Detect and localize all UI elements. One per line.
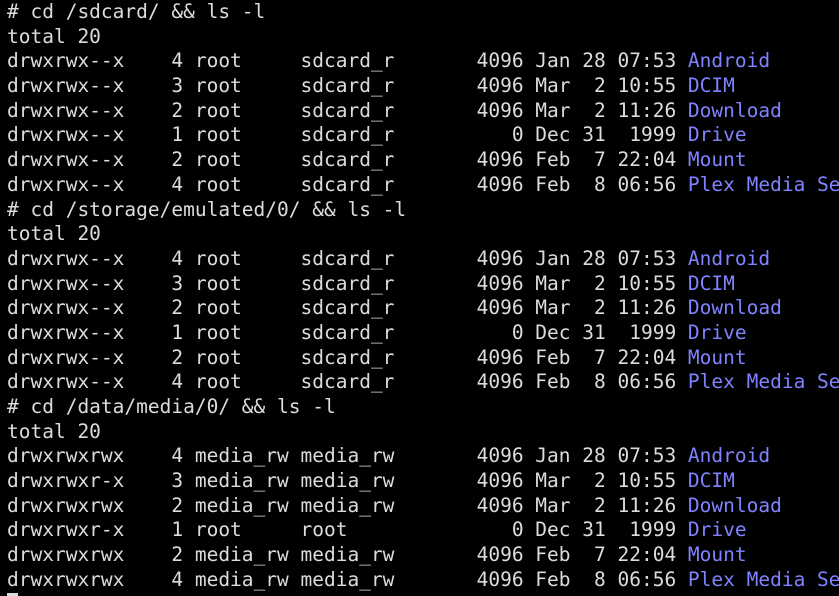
input-prompt[interactable] xyxy=(7,592,839,596)
entry-meta: drwxrwxrwx 2 media_rw media_rw 4096 Mar … xyxy=(7,493,688,517)
directory-name: Download xyxy=(687,98,782,122)
directory-name: Mount xyxy=(687,543,747,567)
command-text: # cd /storage/emulated/0/ && ls -l xyxy=(7,197,407,221)
listing-row: drwxrwx--x 1 root sdcard_r 0 Dec 31 1999… xyxy=(7,321,839,346)
total-line: total 20 xyxy=(7,222,839,247)
listing-row: drwxrwxrwx 2 media_rw media_rw 4096 Mar … xyxy=(7,494,839,519)
entry-meta: drwxrwx--x 4 root sdcard_r 4096 Jan 28 0… xyxy=(7,246,688,270)
entry-meta: drwxrwxr-x 3 media_rw media_rw 4096 Mar … xyxy=(7,469,688,493)
directory-name: DCIM xyxy=(687,469,735,493)
listing-row: drwxrwx--x 4 root sdcard_r 4096 Jan 28 0… xyxy=(7,247,839,272)
listing-row: drwxrwx--x 4 root sdcard_r 4096 Feb 8 06… xyxy=(7,370,839,395)
command-text: # cd /sdcard/ && ls -l xyxy=(7,0,266,23)
entry-meta: drwxrwx--x 4 root sdcard_r 4096 Feb 8 06… xyxy=(7,172,688,196)
total-line: total 20 xyxy=(7,25,839,50)
directory-name: Android xyxy=(687,49,771,73)
directory-name: Download xyxy=(687,296,782,320)
listing-row: drwxrwx--x 2 root sdcard_r 4096 Mar 2 11… xyxy=(7,99,839,124)
listing-row: drwxrwx--x 1 root sdcard_r 0 Dec 31 1999… xyxy=(7,123,839,148)
listing-row: drwxrwxr-x 1 root root 0 Dec 31 1999 Dri… xyxy=(7,518,839,543)
terminal-window[interactable]: # cd /sdcard/ && ls -l total 20 drwxrwx-… xyxy=(0,0,839,596)
directory-name: Mount xyxy=(687,148,747,172)
entry-meta: drwxrwx--x 1 root sdcard_r 0 Dec 31 1999 xyxy=(7,123,688,147)
directory-name: Download xyxy=(687,493,782,517)
listing-row: drwxrwxrwx 4 media_rw media_rw 4096 Feb … xyxy=(7,568,839,593)
directory-name: Plex Media Server xyxy=(687,172,839,196)
total-text: total 20 xyxy=(7,419,101,443)
entry-meta: drwxrwx--x 3 root sdcard_r 4096 Mar 2 10… xyxy=(7,271,688,295)
entry-meta: drwxrwx--x 4 root sdcard_r 4096 Feb 8 06… xyxy=(7,370,688,394)
directory-name: Mount xyxy=(687,345,747,369)
entry-meta: drwxrwx--x 2 root sdcard_r 4096 Feb 7 22… xyxy=(7,148,688,172)
text-cursor xyxy=(7,592,18,596)
directory-name: Drive xyxy=(687,518,747,542)
entry-meta: drwxrwx--x 2 root sdcard_r 4096 Mar 2 11… xyxy=(7,296,688,320)
directory-name: Android xyxy=(687,444,771,468)
entry-meta: drwxrwx--x 2 root sdcard_r 4096 Feb 7 22… xyxy=(7,345,688,369)
entry-meta: drwxrwxrwx 4 media_rw media_rw 4096 Jan … xyxy=(7,444,688,468)
directory-name: DCIM xyxy=(687,271,735,295)
entry-meta: drwxrwx--x 2 root sdcard_r 4096 Mar 2 11… xyxy=(7,98,688,122)
listing-row: drwxrwx--x 2 root sdcard_r 4096 Feb 7 22… xyxy=(7,346,839,371)
total-line: total 20 xyxy=(7,420,839,445)
listing-row: drwxrwx--x 4 root sdcard_r 4096 Feb 8 06… xyxy=(7,173,839,198)
listing-row: drwxrwx--x 2 root sdcard_r 4096 Mar 2 11… xyxy=(7,296,839,321)
directory-name: Drive xyxy=(687,320,747,344)
total-text: total 20 xyxy=(7,222,101,246)
entry-meta: drwxrwx--x 4 root sdcard_r 4096 Jan 28 0… xyxy=(7,49,688,73)
listing-row: drwxrwxrwx 4 media_rw media_rw 4096 Jan … xyxy=(7,444,839,469)
directory-name: DCIM xyxy=(687,74,735,98)
directory-name: Android xyxy=(687,246,771,270)
total-text: total 20 xyxy=(7,24,101,48)
entry-meta: drwxrwxr-x 1 root root 0 Dec 31 1999 xyxy=(7,518,688,542)
entry-meta: drwxrwxrwx 2 media_rw media_rw 4096 Feb … xyxy=(7,543,688,567)
listing-row: drwxrwx--x 3 root sdcard_r 4096 Mar 2 10… xyxy=(7,74,839,99)
listing-row: drwxrwx--x 3 root sdcard_r 4096 Mar 2 10… xyxy=(7,272,839,297)
entry-meta: drwxrwxrwx 4 media_rw media_rw 4096 Feb … xyxy=(7,567,688,591)
entry-meta: drwxrwx--x 1 root sdcard_r 0 Dec 31 1999 xyxy=(7,320,688,344)
directory-name: Plex Media Server xyxy=(687,567,839,591)
command-text: # cd /data/media/0/ && ls -l xyxy=(7,395,336,418)
command-line: # cd /sdcard/ && ls -l xyxy=(7,0,839,25)
command-line: # cd /storage/emulated/0/ && ls -l xyxy=(7,198,839,223)
listing-row: drwxrwxr-x 3 media_rw media_rw 4096 Mar … xyxy=(7,469,839,494)
directory-name: Plex Media Server xyxy=(687,370,839,394)
command-line: # cd /data/media/0/ && ls -l xyxy=(7,395,839,420)
entry-meta: drwxrwx--x 3 root sdcard_r 4096 Mar 2 10… xyxy=(7,74,688,98)
listing-row: drwxrwx--x 2 root sdcard_r 4096 Feb 7 22… xyxy=(7,148,839,173)
listing-row: drwxrwx--x 4 root sdcard_r 4096 Jan 28 0… xyxy=(7,49,839,74)
listing-row: drwxrwxrwx 2 media_rw media_rw 4096 Feb … xyxy=(7,543,839,568)
directory-name: Drive xyxy=(687,123,747,147)
